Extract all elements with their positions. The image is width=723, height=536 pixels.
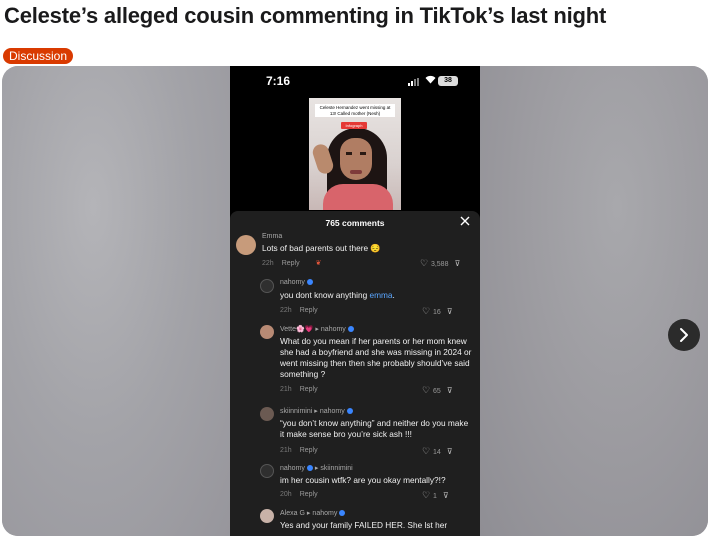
- comment-item: nahomy ▸ skiinnimini im her cousin wtfk? a…: [260, 464, 476, 504]
- comments-count: 765 comments: [325, 218, 385, 228]
- comment-meta: 21h Reply: [280, 386, 318, 393]
- video-tag: Infograph: [341, 122, 367, 129]
- avatar[interactable]: [236, 235, 256, 255]
- verified-icon: [346, 408, 353, 415]
- blurred-background-left: [2, 66, 230, 536]
- creator-liked-icon: ❦: [315, 260, 322, 267]
- heart-icon[interactable]: ♡: [422, 307, 431, 316]
- verified-icon: [306, 465, 313, 472]
- reply-button[interactable]: Reply: [300, 447, 318, 454]
- flair-badge[interactable]: Discussion: [3, 48, 74, 64]
- comment-item: Emma Lots of bad parents out there 😔 22h…: [236, 233, 476, 277]
- blurred-background-right: [480, 66, 708, 536]
- status-bar: 7:16 38: [230, 74, 480, 90]
- comment-username[interactable]: nahomy: [280, 279, 313, 286]
- phone-screenshot: 7:16 38 Celeste Hernandez went missing a…: [230, 66, 480, 536]
- comment-username[interactable]: Alexa G ▸ nahomy: [280, 509, 346, 517]
- avatar[interactable]: [260, 279, 274, 293]
- like-count-value: 14: [432, 449, 441, 456]
- dislike-icon[interactable]: ⊽: [447, 307, 453, 316]
- signal-icon: [408, 78, 420, 86]
- video-caption: Celeste Hernandez went missing at 13! Ca…: [315, 104, 395, 117]
- comment-item: Vette🌸💗 ▸ nahomy What do you mean if her p…: [260, 325, 476, 405]
- post-title: Celeste’s alleged cousin commenting in T…: [4, 3, 607, 28]
- wifi-icon: [425, 75, 436, 87]
- comment-username[interactable]: Emma: [262, 233, 282, 240]
- comment-meta: 22h Reply: [280, 307, 318, 314]
- verified-icon: [339, 510, 346, 517]
- verified-icon: [306, 279, 313, 286]
- media-viewer: 7:16 38 Celeste Hernandez went missing a…: [2, 66, 708, 536]
- heart-icon[interactable]: ♡: [420, 259, 429, 268]
- heart-icon[interactable]: ♡: [422, 491, 431, 500]
- comment-text: “you don’t know anything” and neither do…: [280, 418, 469, 439]
- comment-text: Lots of bad parents out there 😔: [262, 243, 381, 253]
- comment-text: you dont know anything emma.: [280, 290, 395, 300]
- verified-icon: [347, 326, 354, 333]
- reply-button[interactable]: Reply: [300, 386, 318, 393]
- chevron-right-icon: [680, 328, 688, 342]
- close-icon[interactable]: [460, 215, 470, 228]
- reply-button[interactable]: Reply: [300, 491, 318, 498]
- like-count-value: 1: [432, 493, 437, 500]
- avatar[interactable]: [260, 464, 274, 478]
- comment-age: 22h: [280, 307, 292, 314]
- comments-sheet: 765 comments Emma Lots of bad parents ou…: [230, 211, 480, 536]
- dislike-icon[interactable]: ⊽: [443, 491, 449, 500]
- comment-text: Yes and your family FAILED HER. She lst …: [280, 520, 448, 530]
- reply-button[interactable]: Reply: [300, 307, 318, 314]
- comment-username[interactable]: skiinnimini ▸ nahomy: [280, 407, 353, 415]
- reply-button[interactable]: Reply: [282, 260, 300, 267]
- video-person-top: [323, 184, 393, 210]
- comment-item: nahomy you dont know anything emma. 22h R…: [260, 279, 476, 319]
- comment-username[interactable]: Vette🌸💗 ▸ nahomy: [280, 325, 354, 333]
- comment-meta: 20h Reply: [280, 491, 318, 498]
- like-count-value: 65: [432, 388, 441, 395]
- like-count-value: 16: [432, 309, 441, 316]
- comment-item: skiinnimini ▸ nahomy “you don’t know anyth…: [260, 407, 476, 459]
- dislike-icon[interactable]: ⊽: [447, 447, 453, 456]
- heart-icon[interactable]: ♡: [422, 447, 431, 456]
- avatar[interactable]: [260, 325, 274, 339]
- like-count[interactable]: ♡ 65 ⊽: [422, 386, 453, 396]
- avatar[interactable]: [260, 509, 274, 523]
- like-count[interactable]: ♡ 16 ⊽: [422, 307, 453, 317]
- like-count[interactable]: ♡ 14 ⊽: [422, 447, 453, 457]
- status-time: 7:16: [266, 74, 291, 88]
- comment-text: What do you mean if her parents or her m…: [280, 336, 472, 379]
- like-count[interactable]: ♡ 1 ⊽: [422, 491, 449, 501]
- comment-age: 20h: [280, 491, 292, 498]
- dislike-icon[interactable]: ⊽: [447, 386, 453, 395]
- dislike-icon[interactable]: ⊽: [454, 259, 460, 268]
- comment-text: im her cousin wtfk? are you okay mentall…: [280, 475, 446, 485]
- video-person-lips: [350, 170, 362, 174]
- comment-meta: 22h Reply ❦: [262, 259, 321, 267]
- comment-meta: 21h Reply: [280, 447, 318, 454]
- like-count-value: 3,588: [430, 261, 449, 268]
- comment-age: 21h: [280, 386, 292, 393]
- heart-icon[interactable]: ♡: [422, 386, 431, 395]
- avatar[interactable]: [260, 407, 274, 421]
- comment-age: 22h: [262, 260, 274, 267]
- comment-username[interactable]: nahomy ▸ skiinnimini: [280, 464, 353, 472]
- mention-link[interactable]: emma: [369, 290, 392, 300]
- next-image-button[interactable]: [668, 319, 700, 351]
- video-thumbnail[interactable]: Celeste Hernandez went missing at 13! Ca…: [309, 98, 401, 210]
- comment-age: 21h: [280, 447, 292, 454]
- like-count[interactable]: ♡ 3,588 ⊽: [420, 259, 460, 269]
- battery-icon: 38: [438, 76, 458, 86]
- video-person-eyes: [346, 152, 366, 155]
